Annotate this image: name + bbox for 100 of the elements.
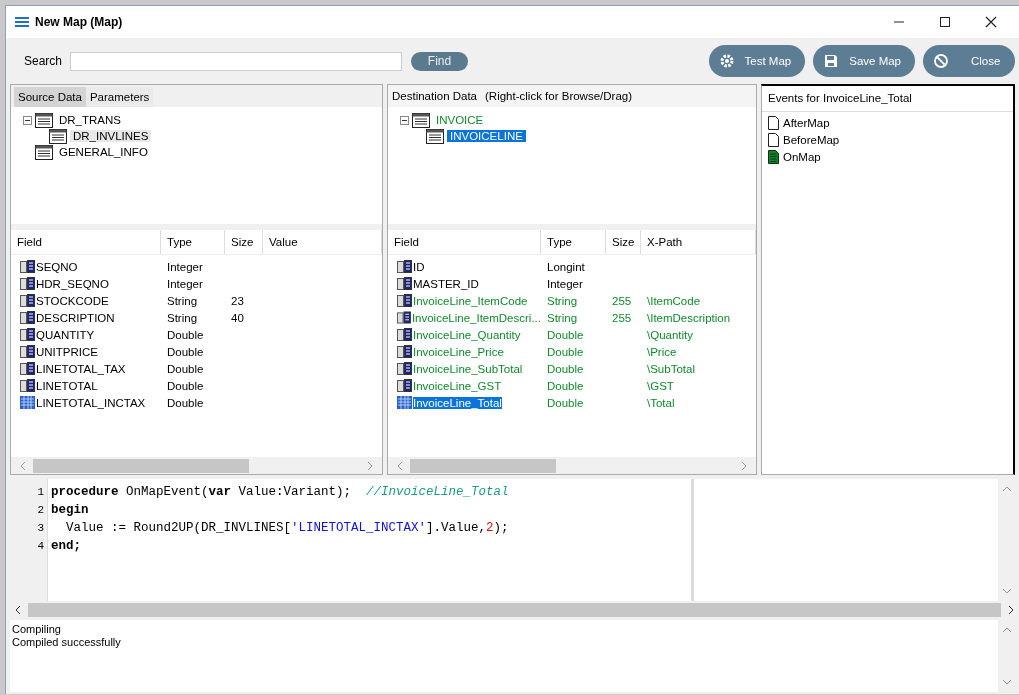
column-header[interactable]: Size <box>225 230 263 254</box>
tree-item[interactable]: GENERAL_INFO <box>56 146 151 158</box>
scroll-up-icon[interactable] <box>1001 626 1012 634</box>
table-cell-text: String <box>546 311 579 324</box>
event-item[interactable]: BeforeMap <box>783 133 840 146</box>
collapse-icon[interactable] <box>23 115 32 125</box>
table-cell[interactable]: InvoiceLine_ItemDescri... <box>411 311 541 324</box>
panel-hint: (Right-click for Browse/Drag) <box>485 90 632 102</box>
table-icon <box>412 112 430 128</box>
table-cell-text: 40 <box>230 311 245 324</box>
table-cell: SEQNO <box>36 260 78 273</box>
field-icon <box>397 277 412 290</box>
table-cell-text: 23 <box>230 294 245 307</box>
line-number: 3 <box>37 521 44 536</box>
table-cell[interactable]: InvoiceLine_GST <box>413 379 502 392</box>
table-cell-text: Integer <box>166 277 204 290</box>
menu-icon <box>15 17 29 27</box>
scroll-down-icon[interactable] <box>1001 678 1012 686</box>
action-button[interactable]: Test Map <box>708 45 806 77</box>
scroll-down-icon[interactable] <box>1001 587 1012 595</box>
tree-item[interactable]: INVOICE <box>433 114 487 126</box>
field-icon <box>397 345 412 358</box>
table-cell-text: \Price <box>646 345 678 358</box>
table-cell-text: String <box>546 294 579 307</box>
table-cell-text: \GST <box>646 379 675 392</box>
find-button[interactable]: Find <box>411 51 469 71</box>
close-icon[interactable] <box>985 16 997 28</box>
table-cell-text: Double <box>166 328 205 341</box>
tab[interactable]: Parameters <box>85 87 154 107</box>
tab[interactable]: Source Data <box>14 87 86 107</box>
line-number: 2 <box>37 503 44 518</box>
table-cell[interactable]: InvoiceLine_Price <box>413 345 504 358</box>
action-button[interactable]: Close <box>923 45 1015 77</box>
maximize-icon[interactable] <box>939 16 951 28</box>
table-cell[interactable]: ID <box>413 260 425 273</box>
table-cell-text: \ItemCode <box>646 294 702 307</box>
table-cell: STOCKCODE <box>36 294 109 307</box>
table-cell: QUANTITY <box>36 328 95 341</box>
table-icon <box>35 112 53 128</box>
tree-item[interactable]: DR_INVLINES <box>70 130 152 142</box>
table-cell[interactable]: InvoiceLine_Total <box>413 396 502 409</box>
save-icon <box>823 53 840 69</box>
table-cell-text: 255 <box>611 294 633 307</box>
table-cell: LINETOTAL_TAX <box>36 362 126 375</box>
table-cell: LINETOTAL_INCTAX <box>36 396 146 409</box>
table-cell-text: Double <box>546 345 585 358</box>
table-cell-text: Integer <box>546 277 584 290</box>
table-cell-text: Double <box>546 379 585 392</box>
table-cell-text: Double <box>166 379 205 392</box>
column-header[interactable]: X-Path <box>641 230 756 254</box>
column-header[interactable]: Size <box>606 230 641 254</box>
table-icon <box>49 128 67 144</box>
table-icon <box>35 144 53 160</box>
field-icon <box>397 328 412 341</box>
code-line: begin <box>51 502 90 519</box>
collapse-icon[interactable] <box>400 115 409 125</box>
table-cell-text: \Total <box>646 396 676 409</box>
table-cell: HDR_SEQNO <box>36 277 109 290</box>
field-icon <box>397 311 411 324</box>
table-cell-text: Double <box>166 396 205 409</box>
table-cell-text: String <box>166 311 199 324</box>
field-icon <box>397 379 412 392</box>
field-icon <box>397 396 412 409</box>
scroll-left-icon[interactable] <box>14 604 22 615</box>
column-header[interactable]: Type <box>541 230 606 254</box>
column-header[interactable]: Type <box>161 230 225 254</box>
event-item[interactable]: AfterMap <box>783 116 830 129</box>
table-cell: LINETOTAL <box>36 379 98 392</box>
table-cell[interactable]: InvoiceLine_ItemCode <box>413 294 528 307</box>
code-line: end; <box>51 538 82 555</box>
tree-item[interactable]: INVOICELINE <box>447 130 526 142</box>
table-cell-text: 255 <box>611 311 633 324</box>
field-icon <box>397 294 412 307</box>
column-header[interactable]: Field <box>388 230 541 254</box>
event-item[interactable]: OnMap <box>783 150 821 163</box>
table-cell[interactable]: InvoiceLine_Quantity <box>413 328 521 341</box>
table-cell-text: \SubTotal <box>646 362 696 375</box>
table-cell: DESCRIPTION <box>36 311 115 324</box>
scroll-up-icon[interactable] <box>1001 485 1012 493</box>
field-icon <box>397 260 412 273</box>
code-line: procedure OnMapEvent(var Value:Variant); //InvoiceLine_Total <box>51 484 510 501</box>
table-cell[interactable]: InvoiceLine_SubTotal <box>413 362 523 375</box>
tree-item[interactable]: DR_TRANS <box>56 114 124 126</box>
panel-heading: Destination Data <box>392 90 478 102</box>
table-icon <box>426 128 444 144</box>
scroll-right-icon[interactable] <box>1007 604 1015 615</box>
message-line: Compiled successfully <box>12 636 122 649</box>
column-header[interactable]: Field <box>11 230 161 254</box>
line-number: 4 <box>37 539 44 554</box>
table-cell-text: Integer <box>166 260 204 273</box>
action-button[interactable]: Save Map <box>813 45 915 77</box>
table-cell-text: \Quantity <box>646 328 695 341</box>
search-field[interactable] <box>70 51 403 71</box>
table-cell: UNITPRICE <box>36 345 98 358</box>
table-cell-text: Double <box>546 328 585 341</box>
prohibited-icon <box>933 53 949 69</box>
search-label: Search <box>24 54 63 68</box>
table-cell[interactable]: MASTER_ID <box>413 277 479 290</box>
column-header[interactable]: Value <box>263 230 382 254</box>
window-title: New Map (Map) <box>35 15 123 29</box>
